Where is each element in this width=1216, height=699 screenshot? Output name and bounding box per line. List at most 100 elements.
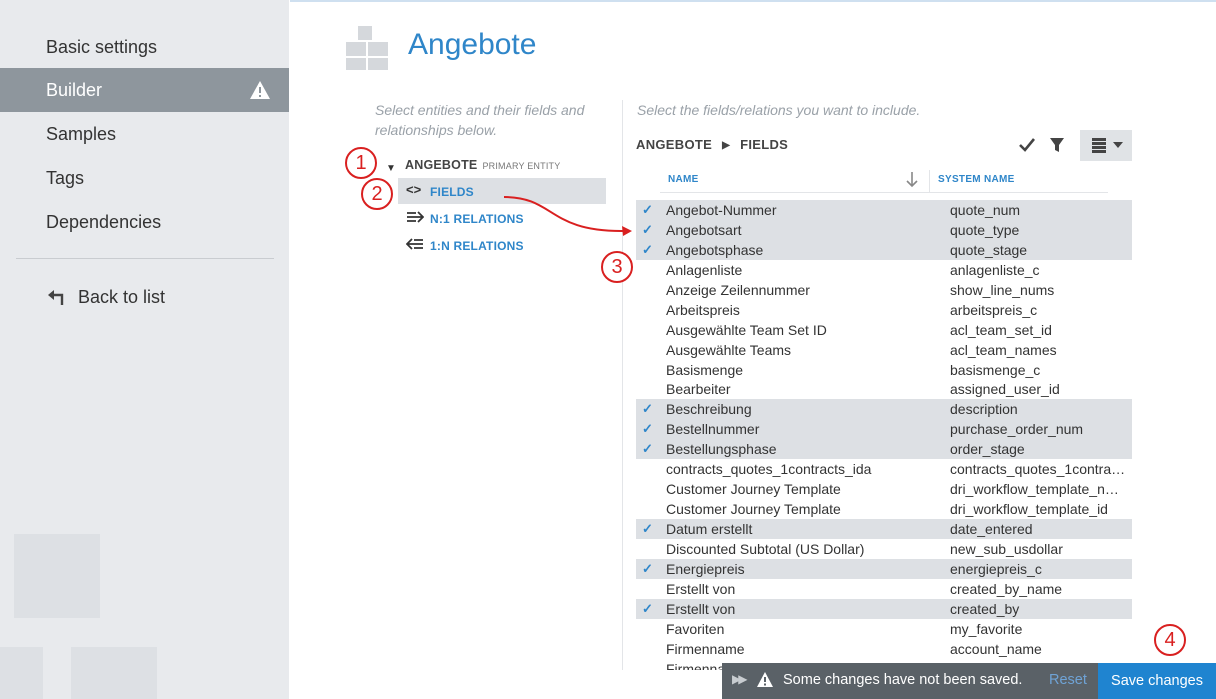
field-name: Angebot-Nummer	[666, 202, 777, 218]
back-to-list-label: Back to list	[78, 287, 166, 307]
breadcrumb-section: FIELDS	[740, 137, 789, 152]
panel-divider	[622, 100, 623, 670]
field-name: Bestellnummer	[666, 421, 760, 438]
table-row[interactable]: Customer Journey Template dri_workflow_te…	[636, 499, 1132, 519]
field-system-name: anlagenliste_c	[950, 261, 1040, 278]
field-name: Basismenge	[666, 361, 744, 378]
check-icon: ✓	[642, 241, 653, 257]
table-row[interactable]: Anlagenliste anlagenliste_c	[636, 260, 1132, 280]
column-separator	[929, 170, 930, 192]
table-row[interactable]: ✓ Angebot-Nummer quote_num	[636, 200, 1132, 220]
field-system-name: contracts_quotes_1contracts_ida	[950, 461, 1126, 478]
chevron-down-icon	[1113, 142, 1123, 148]
check-icon: ✓	[642, 221, 653, 237]
fields-list: ✓ Angebot-Nummer quote_num ✓ Angebotsart quot…	[636, 200, 1132, 670]
field-system-name: dri_workflow_template_name	[950, 481, 1126, 498]
table-row[interactable]: ✓ Bestellungsphase order_stage	[636, 439, 1132, 460]
table-row[interactable]: ✓ Erstellt von created_by	[636, 598, 1132, 619]
tree-root-entity[interactable]: ANGEBOTE PRIMARY ENTITY	[405, 158, 560, 172]
table-row[interactable]: Discounted Subtotal (US Dollar) new_sub_u…	[636, 539, 1132, 559]
expand-caret-icon[interactable]: ▼	[386, 163, 396, 174]
table-row[interactable]: ✓ Energiepreis energiepreis_c	[636, 558, 1132, 579]
page-title: Angebote	[408, 28, 537, 61]
field-name: contracts_quotes_1contracts_ida	[666, 461, 872, 478]
left-panel-hint: Select entities and their fields and rel…	[375, 102, 585, 138]
sidebar-item-builder[interactable]: Builder	[0, 68, 289, 112]
collapse-arrows-icon[interactable]: ▶▶	[732, 672, 748, 686]
header-underline	[660, 192, 1108, 193]
table-row[interactable]: contracts_quotes_1contracts_ida contracts…	[636, 459, 1132, 479]
filter-icon[interactable]	[1049, 134, 1065, 156]
check-icon: ✓	[642, 521, 653, 536]
field-name: Bestellungsphase	[666, 441, 777, 458]
breadcrumb-separator-icon: ▶	[722, 140, 731, 151]
app-root: Basic settings Builder Samples Tags Depe…	[0, 0, 1216, 699]
list-view-icon	[1092, 138, 1106, 153]
field-name: Arbeitspreis	[666, 301, 740, 318]
breadcrumb: ANGEBOTE ▶ FIELDS	[636, 137, 788, 152]
field-system-name: description	[950, 401, 1018, 418]
table-row[interactable]: Customer Journey Template dri_workflow_te…	[636, 479, 1132, 499]
select-all-check-icon[interactable]	[1018, 134, 1036, 156]
check-icon: ✓	[642, 202, 653, 217]
table-row[interactable]: ✓ Bestellnummer purchase_order_num	[636, 419, 1132, 440]
code-brackets-icon: <>	[406, 182, 422, 197]
annotation-marker-2: 2	[361, 178, 393, 210]
table-row[interactable]: Arbeitspreis arbeitspreis_c	[636, 300, 1132, 320]
tree-item-fields[interactable]: FIELDS	[430, 185, 474, 199]
field-name: Angebotsphase	[666, 241, 764, 258]
field-system-name: my_favorite	[950, 620, 1023, 637]
column-header-name[interactable]: NAME	[668, 174, 699, 185]
field-name: Energiepreis	[666, 560, 745, 577]
table-row[interactable]: Firmenname account_name	[636, 639, 1132, 659]
field-system-name: acl_team_names	[950, 341, 1057, 358]
annotation-marker-4: 4	[1154, 624, 1186, 656]
sort-descending-icon[interactable]	[904, 171, 920, 189]
field-name: Ausgewählte Teams	[666, 341, 792, 358]
field-system-name: date_entered	[950, 521, 1033, 537]
annotation-marker-1: 1	[345, 147, 377, 179]
check-icon: ✓	[642, 600, 653, 616]
sidebar-item-dependencies[interactable]: Dependencies	[0, 200, 289, 244]
field-system-name: created_by_name	[950, 580, 1063, 597]
save-changes-button[interactable]: Save changes	[1098, 663, 1216, 699]
back-to-list-link[interactable]: Back to list	[46, 285, 165, 309]
field-system-name: arbeitspreis_c	[950, 301, 1038, 318]
field-system-name: quote_type	[950, 221, 1020, 238]
reset-button[interactable]: Reset	[1049, 672, 1087, 688]
field-system-name: created_by	[950, 600, 1020, 617]
back-arrow-icon	[48, 290, 64, 305]
table-row[interactable]: Basismenge basismenge_c	[636, 360, 1132, 380]
check-icon: ✓	[642, 560, 653, 576]
column-header-system-name[interactable]: SYSTEM NAME	[938, 174, 1015, 185]
table-row[interactable]: Erstellt von created_by_name	[636, 579, 1132, 599]
field-name: Erstellt von	[666, 600, 736, 617]
top-border	[290, 0, 1216, 2]
table-row[interactable]: Ausgewählte Team Set ID acl_team_set_id	[636, 320, 1132, 340]
field-system-name: assigned_user_id	[950, 381, 1060, 398]
tree-item-n1-relations[interactable]: N:1 RELATIONS	[430, 212, 524, 226]
table-row[interactable]: ✓ Angebotsart quote_type	[636, 219, 1132, 240]
tree-item-1n-relations[interactable]: 1:N RELATIONS	[430, 239, 524, 253]
field-name: Anzeige Zeilennummer	[666, 281, 810, 298]
view-options-dropdown[interactable]	[1080, 130, 1132, 161]
one-to-n-relation-icon	[406, 238, 423, 250]
sidebar-item-tags[interactable]: Tags	[0, 156, 289, 200]
table-row[interactable]: ✓ Datum erstellt date_entered	[636, 519, 1132, 539]
table-row[interactable]: Bearbeiter assigned_user_id	[636, 379, 1132, 399]
field-system-name: dri_workflow_template_id	[950, 501, 1108, 518]
field-system-name: basismenge_c	[950, 361, 1041, 378]
table-row[interactable]: Ausgewählte Teams acl_team_names	[636, 340, 1132, 360]
table-row[interactable]: Favoriten my_favorite	[636, 619, 1132, 639]
table-row[interactable]: ✓ Angebotsphase quote_stage	[636, 239, 1132, 260]
warning-icon	[757, 672, 773, 687]
check-icon: ✓	[642, 441, 653, 457]
table-row[interactable]: ✓ Beschreibung description	[636, 399, 1132, 420]
sidebar-item-basic-settings[interactable]: Basic settings	[0, 25, 289, 69]
sidebar-item-label: Builder	[46, 80, 103, 100]
table-row[interactable]: Anzeige Zeilennummer show_line_nums	[636, 280, 1132, 300]
field-system-name: energiepreis_c	[950, 560, 1042, 577]
sidebar-item-samples[interactable]: Samples	[0, 112, 289, 156]
right-panel-hint: Select the fields/relations you want to …	[637, 102, 921, 118]
field-name: Anlagenliste	[666, 261, 743, 278]
